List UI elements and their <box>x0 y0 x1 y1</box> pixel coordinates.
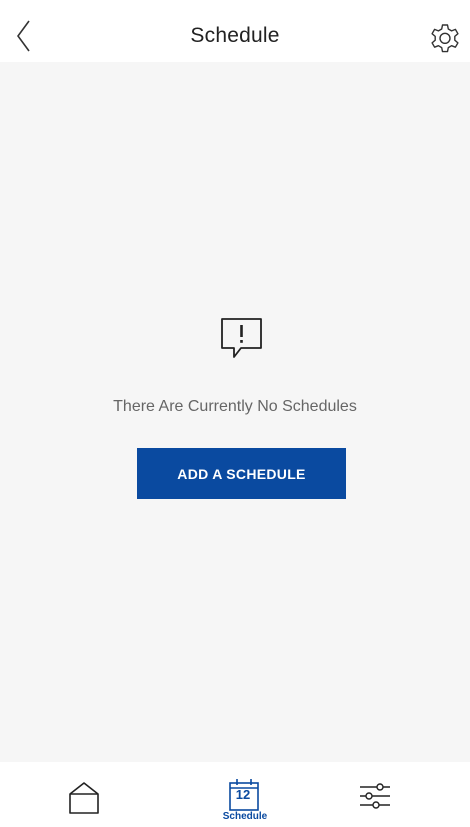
tab-home[interactable] <box>40 762 130 827</box>
tab-schedule[interactable]: 12 Schedule <box>200 762 290 827</box>
gear-icon <box>431 24 459 53</box>
main-content: There Are Currently No Schedules ADD A S… <box>0 62 470 762</box>
page-title: Schedule <box>190 24 280 47</box>
settings-button[interactable] <box>428 22 462 56</box>
sliders-icon <box>360 783 390 809</box>
alert-speech-bubble-icon <box>221 318 262 358</box>
calendar-day-number: 12 <box>235 787 251 802</box>
empty-state-message: There Are Currently No Schedules <box>113 398 357 415</box>
tab-schedule-label: Schedule <box>222 811 268 822</box>
home-icon <box>69 782 99 814</box>
app-screen: Schedule There Are Currently No Schedule… <box>0 0 470 827</box>
tab-settings[interactable] <box>340 762 430 827</box>
add-schedule-button[interactable]: ADD A SCHEDULE <box>137 448 346 499</box>
bottom-tab-bar: 12 Schedule <box>0 762 470 827</box>
header-bar: Schedule <box>0 0 470 62</box>
